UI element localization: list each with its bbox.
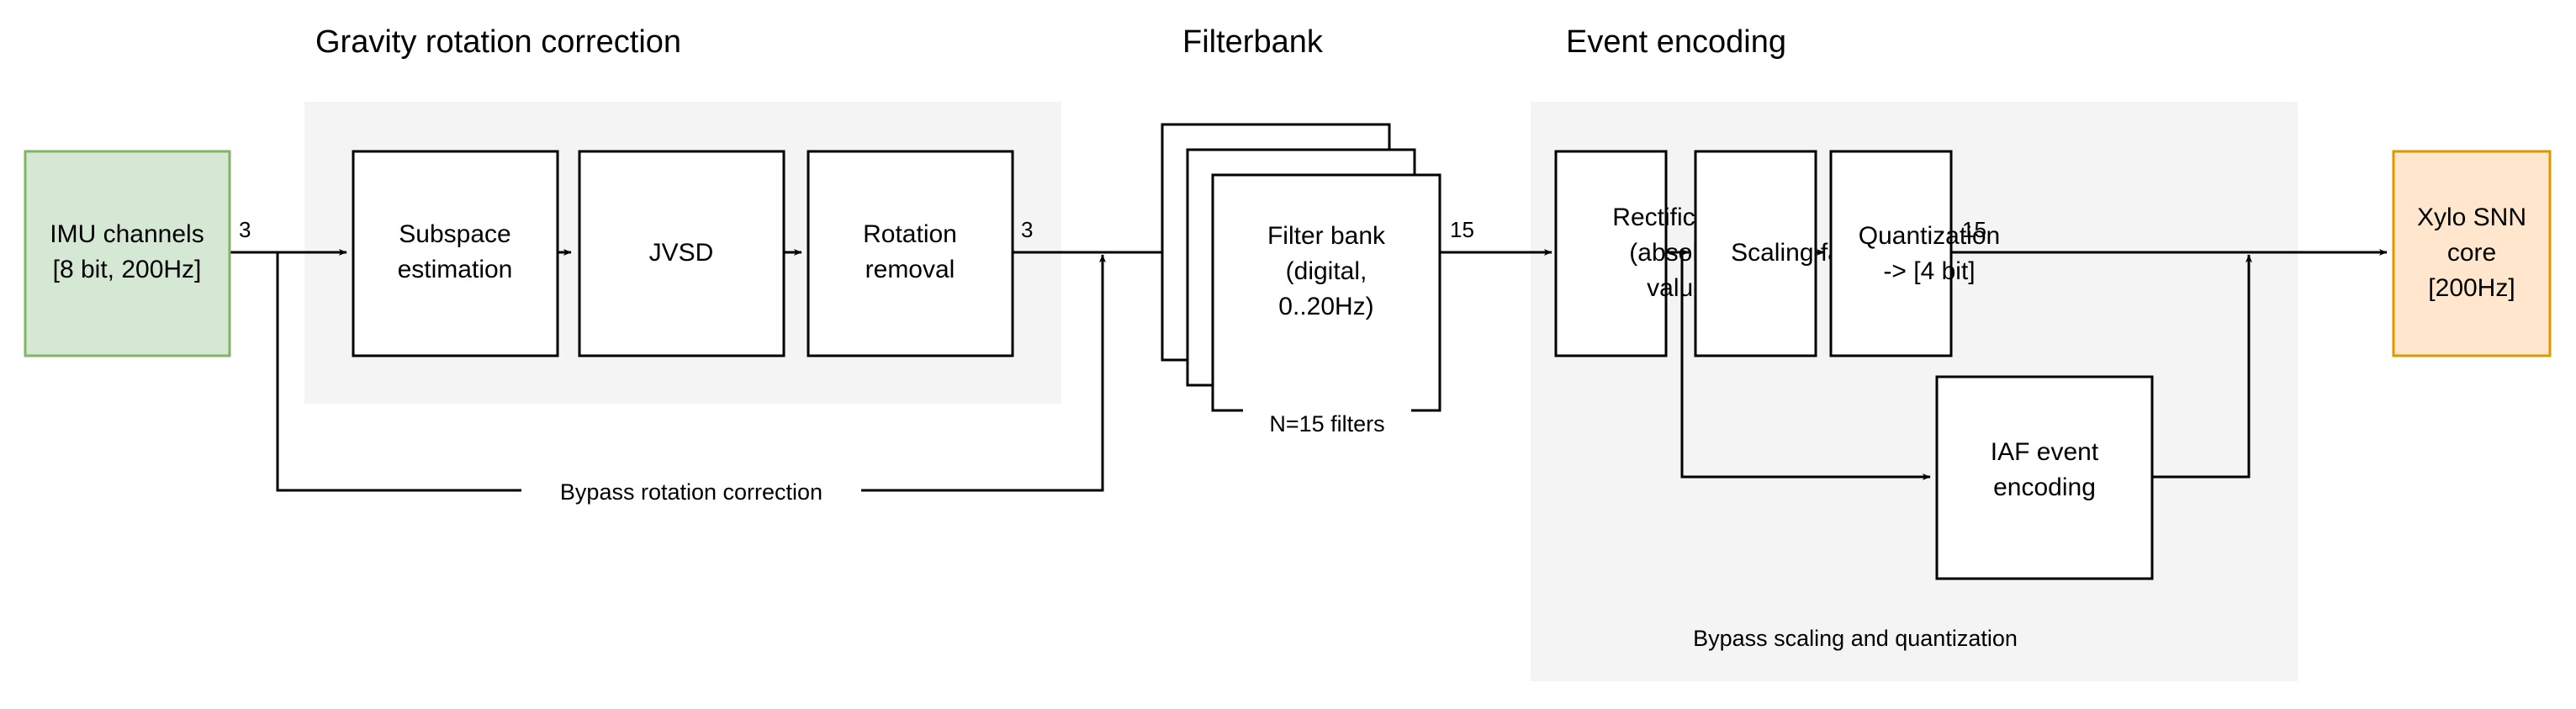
- node-rotation-removal-line2: removal: [865, 256, 955, 283]
- caption-bypass-scaling: Bypass scaling and quantization: [1693, 626, 2018, 651]
- group-title-gravity: Gravity rotation correction: [315, 24, 681, 60]
- node-rotation-removal[interactable]: [807, 150, 1014, 357]
- node-xylo-snn-core-line3: [200Hz]: [2428, 274, 2515, 302]
- group-title-event-encoding: Event encoding: [1566, 24, 1786, 60]
- group-title-filterbank: Filterbank: [1182, 24, 1324, 60]
- node-imu-channels-line2: [8 bit, 200Hz]: [53, 256, 202, 283]
- node-subspace-estimation-line2: estimation: [398, 256, 513, 283]
- caption-n-filters: N=15 filters: [1269, 411, 1384, 437]
- edge-label-filterbank-out: 15: [1450, 217, 1474, 242]
- node-iaf-event-encoding-line1: IAF event: [1991, 438, 2099, 466]
- node-filter-bank-line1: Filter bank: [1267, 222, 1386, 250]
- node-jvsd-line1: JVSD: [649, 239, 714, 267]
- node-iaf-event-encoding-line2: encoding: [1993, 474, 2096, 501]
- node-xylo-snn-core-line2: core: [2447, 239, 2496, 267]
- node-xylo-snn-core-line1: Xylo SNN: [2417, 204, 2526, 231]
- node-rotation-removal-line1: Rotation: [863, 220, 957, 248]
- node-quantization-line2: -> [4 bit]: [1883, 257, 1975, 285]
- node-filter-bank-line2: (digital,: [1286, 257, 1367, 285]
- edge-label-imu-out: 3: [239, 217, 251, 242]
- diagram-canvas: Gravity rotation correction Filterbank E…: [0, 0, 2576, 709]
- edge-label-quantization-out: 15: [1962, 217, 1986, 242]
- node-subspace-estimation[interactable]: [352, 150, 559, 357]
- edge-label-rotation-out: 3: [1021, 217, 1033, 242]
- node-imu-channels-line1: IMU channels: [50, 220, 204, 248]
- node-subspace-estimation-line1: Subspace: [399, 220, 510, 248]
- node-imu-channels[interactable]: [24, 150, 231, 357]
- caption-bypass-rotation: Bypass rotation correction: [560, 479, 823, 505]
- node-quantization[interactable]: [1829, 150, 1953, 357]
- node-filter-bank-line3: 0..20Hz): [1278, 293, 1373, 320]
